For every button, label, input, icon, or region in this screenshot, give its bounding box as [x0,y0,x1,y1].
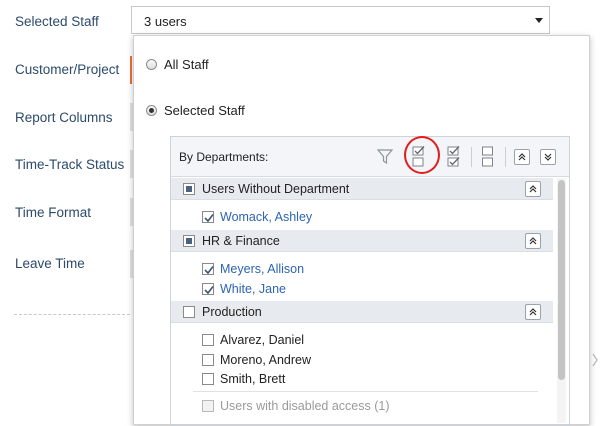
dropdown-arrow-icon[interactable] [535,18,543,23]
all-staff-option[interactable]: All Staff [146,57,209,72]
check-all-icon[interactable] [447,146,461,171]
selected-staff-option[interactable]: Selected Staff [146,103,245,118]
toolbar-separator [505,147,506,167]
user-row[interactable]: White, Jane [202,282,286,296]
user-name[interactable]: Womack, Ashley [220,210,312,224]
staff-select-value: 3 users [144,14,187,29]
tree-title: By Departments: [179,150,269,164]
collapse-all-icon[interactable] [540,149,556,165]
user-checkbox[interactable] [202,334,214,346]
user-checkbox[interactable] [202,354,214,366]
uncheck-all-icon[interactable] [481,146,495,171]
all-staff-radio[interactable] [146,59,157,70]
user-row[interactable]: Moreno, Andrew [202,353,311,367]
collapse-department-icon[interactable] [525,233,541,249]
user-name[interactable]: Alvarez, Daniel [220,333,304,347]
collapse-department-icon[interactable] [525,304,541,320]
customer-project-label: Customer/Project [15,62,120,77]
selected-staff-radio[interactable] [146,105,157,116]
disabled-users-divider [193,391,538,392]
section-divider [14,314,130,315]
staff-dropdown-panel: All Staff Selected Staff By Departments: [133,35,590,426]
tree-scrollbar[interactable] [557,178,566,423]
user-name[interactable]: Smith, Brett [220,372,285,386]
user-checkbox[interactable] [202,263,214,275]
tree-scroll-thumb[interactable] [558,180,565,380]
user-row[interactable]: Alvarez, Daniel [202,333,304,347]
department-row[interactable]: HR & Finance [171,230,553,252]
department-tree: By Departments: Users Without Department… [170,136,570,426]
toolbar-separator [471,147,472,167]
disabled-users-row: Users with disabled access (1) [202,399,390,413]
staff-select[interactable]: 3 users [131,6,550,34]
disabled-users-label: Users with disabled access (1) [220,399,390,413]
time-format-label: Time Format [15,205,92,220]
department-checkbox[interactable] [183,235,195,247]
user-row[interactable]: Meyers, Allison [202,262,304,276]
user-name[interactable]: Meyers, Allison [220,262,304,276]
user-checkbox[interactable] [202,373,214,385]
department-row[interactable]: Users Without Department [171,178,553,200]
department-name: HR & Finance [202,234,280,248]
collapse-department-icon[interactable] [525,181,541,197]
selected-staff-option-label: Selected Staff [164,103,245,118]
user-name[interactable]: Moreno, Andrew [220,353,311,367]
all-staff-label: All Staff [164,57,209,72]
disabled-users-checkbox [202,400,214,412]
user-checkbox[interactable] [202,211,214,223]
filter-icon[interactable] [376,148,394,168]
department-checkbox[interactable] [183,306,195,318]
highlight-ring-annotation [404,136,440,174]
department-name: Users Without Department [202,182,350,196]
department-row[interactable]: Production [171,301,553,323]
report-columns-label: Report Columns [15,110,113,125]
user-row[interactable]: Womack, Ashley [202,210,312,224]
leave-time-label: Leave Time [15,256,85,271]
department-checkbox[interactable] [183,183,195,195]
expand-all-icon[interactable] [514,149,530,165]
user-row[interactable]: Smith, Brett [202,372,285,386]
time-track-status-label: Time-Track Status [15,157,125,172]
user-name[interactable]: White, Jane [220,282,286,296]
chevron-right-icon [592,353,598,367]
selected-staff-label: Selected Staff [15,14,99,29]
user-checkbox[interactable] [202,283,214,295]
customer-project-field-edge [130,56,132,84]
tree-toolbar: By Departments: [171,137,569,177]
department-name: Production [202,305,262,319]
